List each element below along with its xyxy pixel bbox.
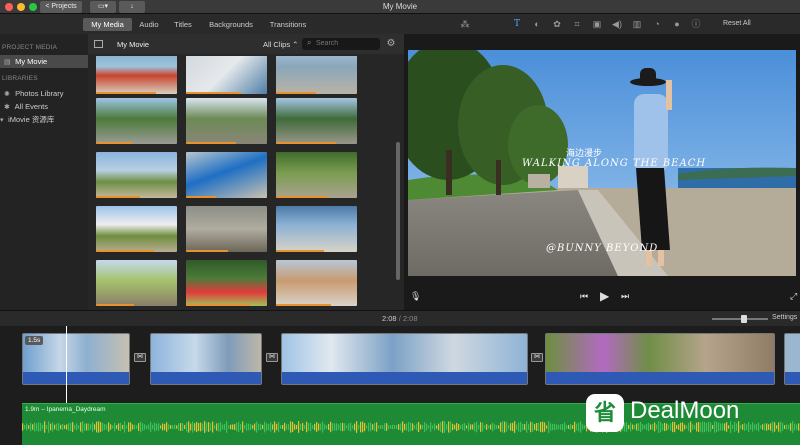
timecode-total: 2:08 xyxy=(402,314,418,323)
timecode-display: 2:08 / 2:08 xyxy=(382,314,418,323)
zoom-window-button[interactable] xyxy=(29,3,37,11)
speed-icon[interactable]: ◔ xyxy=(651,18,663,30)
magic-wand-icon[interactable]: ⁂ xyxy=(459,18,471,30)
media-clip[interactable] xyxy=(276,260,357,306)
media-clip[interactable] xyxy=(96,152,177,198)
clip-grid xyxy=(96,56,366,310)
sidebar-item-label: Photos Library xyxy=(15,89,64,98)
media-clip[interactable] xyxy=(276,206,357,252)
media-clip[interactable] xyxy=(186,260,267,306)
media-clip[interactable] xyxy=(186,152,267,198)
timeline-clip[interactable] xyxy=(150,333,262,385)
media-clip[interactable] xyxy=(186,56,267,94)
filter-icon[interactable]: ● xyxy=(671,18,683,30)
video-frame: 海边漫步 WALKING ALONG THE BEACH @BUNNY BEYO… xyxy=(408,50,796,276)
browser-title: My Movie xyxy=(117,40,150,49)
media-clip[interactable] xyxy=(276,56,357,94)
clip-duration-badge: 1.5s xyxy=(25,336,44,345)
media-clip[interactable] xyxy=(186,206,267,252)
sidebar-item-label: All Events xyxy=(14,102,49,111)
sidebar-item-all-events[interactable]: ✱ All Events xyxy=(0,100,88,113)
media-clip[interactable] xyxy=(96,260,177,306)
skip-back-icon[interactable]: ⏮︎ xyxy=(580,291,588,302)
sidebar-item-imovie-library[interactable]: ▾ iMovie 资源库 xyxy=(0,113,88,126)
timeline-clip[interactable] xyxy=(281,333,528,385)
microphone-icon[interactable]: 🎙︎ xyxy=(410,291,421,302)
tab-backgrounds[interactable]: Backgrounds xyxy=(206,18,256,31)
timecode-separator: / xyxy=(398,314,401,323)
tab-my-media[interactable]: My Media xyxy=(83,18,132,31)
noise-reduction-icon[interactable]: ▥ xyxy=(631,18,643,30)
skip-forward-icon[interactable]: ⏭︎ xyxy=(621,291,629,302)
fullscreen-icon[interactable]: ⤢ xyxy=(790,291,797,302)
disclosure-triangle-icon[interactable]: ▾ xyxy=(0,114,6,127)
timeline-clip[interactable] xyxy=(545,333,775,385)
title-bar: < Projects ▭▾ ↓ My Movie xyxy=(0,0,800,14)
import-media-button[interactable]: ▭▾ xyxy=(90,1,116,13)
stabilization-icon[interactable]: ▣ xyxy=(591,18,603,30)
project-media-header: PROJECT MEDIA xyxy=(2,44,58,51)
clip-filter-select[interactable]: All Clips ⌃ xyxy=(263,40,298,49)
close-window-button[interactable] xyxy=(5,3,13,11)
tab-titles[interactable]: Titles xyxy=(170,18,196,31)
sidebar-item-label: My Movie xyxy=(15,57,48,66)
browser-scrollbar[interactable] xyxy=(396,142,400,280)
transition-icon[interactable]: ⋈ xyxy=(134,353,146,362)
browser-header: My Movie All Clips ⌃ ⌕ ⚙ xyxy=(88,34,404,54)
crop-icon[interactable]: ⌗ xyxy=(571,18,583,30)
timeline-toolbar: 2:08 / 2:08 Settings xyxy=(0,310,800,326)
dealmoon-logo-icon: 省 xyxy=(586,394,624,432)
info-icon[interactable]: ⓘ xyxy=(690,18,702,30)
reset-all-button[interactable]: Reset All xyxy=(723,18,751,30)
sidebar-item-label: iMovie 资源库 xyxy=(8,115,55,124)
libraries-header: LIBRARIES xyxy=(2,75,38,82)
tab-audio[interactable]: Audio xyxy=(136,18,162,31)
libraries-sidebar: PROJECT MEDIA ▤ My Movie LIBRARIES ✺ Pho… xyxy=(0,34,88,310)
dealmoon-watermark: 省 DealMoon xyxy=(586,394,796,432)
search-input[interactable] xyxy=(302,38,380,50)
overlay-credit: @BUNNY BEYOND xyxy=(546,243,659,254)
title-icon[interactable]: T xyxy=(511,18,523,30)
music-track-label: 1.9m – Ipanema_Daydream xyxy=(25,406,106,413)
timeline-zoom-slider[interactable] xyxy=(741,315,747,323)
media-clip[interactable] xyxy=(186,98,267,144)
timeline-clip[interactable] xyxy=(784,333,800,385)
media-clip[interactable] xyxy=(276,98,357,144)
search-icon: ⌕ xyxy=(307,38,312,47)
media-clip[interactable] xyxy=(96,56,177,94)
media-clip[interactable] xyxy=(96,98,177,144)
projects-button[interactable]: < Projects xyxy=(40,1,82,13)
watermark-text: DealMoon xyxy=(630,397,740,424)
timeline-settings-button[interactable]: Settings xyxy=(772,314,797,321)
clip-filter-value: All Clips xyxy=(263,40,291,49)
sidebar-item-my-movie[interactable]: ▤ My Movie xyxy=(0,55,88,68)
color-balance-icon[interactable]: ◐ xyxy=(531,18,543,30)
media-clip[interactable] xyxy=(96,206,177,252)
film-icon: ▤ xyxy=(4,59,11,66)
transition-icon[interactable]: ⋈ xyxy=(531,353,543,362)
minimize-window-button[interactable] xyxy=(17,3,25,11)
color-correction-icon[interactable]: ✿ xyxy=(551,18,563,30)
media-tabs-bar: My Media Audio Titles Backgrounds Transi… xyxy=(0,14,800,34)
transition-icon[interactable]: ⋈ xyxy=(266,353,278,362)
media-clip[interactable] xyxy=(276,152,357,198)
share-download-button[interactable]: ↓ xyxy=(119,1,145,13)
overlay-title-english: WALKING ALONG THE BEACH xyxy=(522,158,707,169)
hide-sidebar-icon[interactable] xyxy=(94,40,103,48)
timeline-zoom-track[interactable] xyxy=(712,318,768,320)
play-button[interactable]: ▶ xyxy=(600,289,609,303)
sidebar-item-photos-library[interactable]: ✺ Photos Library xyxy=(0,87,88,100)
timeline-clip[interactable]: 1.5s xyxy=(22,333,130,385)
timecode-current: 2:08 xyxy=(382,314,397,323)
volume-icon[interactable]: ◀) xyxy=(611,18,623,30)
viewer-panel: 海边漫步 WALKING ALONG THE BEACH @BUNNY BEYO… xyxy=(404,34,800,310)
media-browser: My Movie All Clips ⌃ ⌕ ⚙ xyxy=(88,34,404,310)
tab-transitions[interactable]: Transitions xyxy=(267,18,309,31)
gear-icon[interactable]: ⚙ xyxy=(385,38,397,50)
